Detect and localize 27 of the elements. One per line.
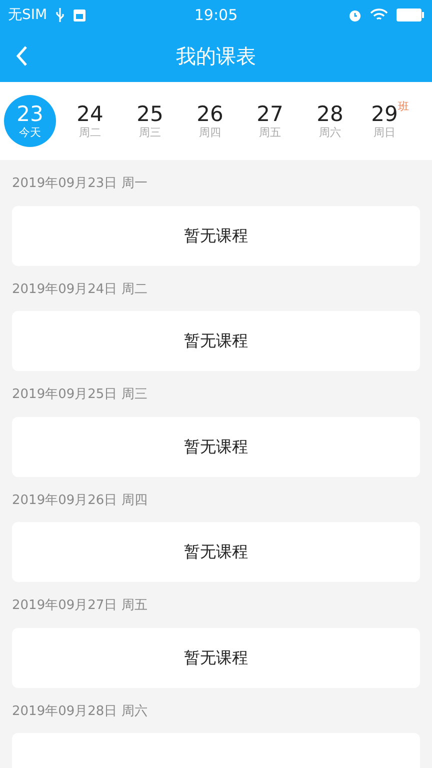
usb-icon <box>55 7 66 23</box>
empty-message: 暂无课程 <box>184 436 248 458</box>
date-heading: 2019年09月23日 周一 <box>12 175 148 193</box>
alarm-icon <box>348 8 362 22</box>
page-title: 我的课表 <box>176 43 256 70</box>
clock-text: 19:05 <box>194 4 238 26</box>
day-tab[interactable]: 28 周六 <box>304 95 356 147</box>
back-icon <box>16 45 28 67</box>
carrier-text: 无SIM <box>8 6 48 24</box>
empty-message: 暂无课程 <box>184 646 248 668</box>
date-heading: 2019年09月28日 周六 <box>12 702 148 720</box>
empty-message: 暂无课程 <box>184 541 248 563</box>
day-tab[interactable]: 27 周五 <box>244 95 296 147</box>
empty-message: 暂无课程 <box>184 224 248 246</box>
empty-message: 暂无课程 <box>184 330 248 352</box>
day-tab[interactable]: 29 周日 班 <box>364 95 416 147</box>
date-heading: 2019年09月26日 周四 <box>12 492 148 510</box>
workday-label: 班 <box>398 99 409 115</box>
date-heading: 2019年09月24日 周二 <box>12 280 148 298</box>
date-heading: 2019年09月27日 周五 <box>12 597 148 615</box>
date-heading: 2019年09月25日 周三 <box>12 386 148 404</box>
day-tab[interactable]: 25 周三 <box>124 95 176 147</box>
day-tab[interactable]: 24 周二 <box>64 95 116 147</box>
sim-icon <box>73 8 86 22</box>
day-tab[interactable]: 26 周四 <box>184 95 236 147</box>
battery-icon <box>396 8 424 22</box>
wifi-icon <box>370 8 388 22</box>
